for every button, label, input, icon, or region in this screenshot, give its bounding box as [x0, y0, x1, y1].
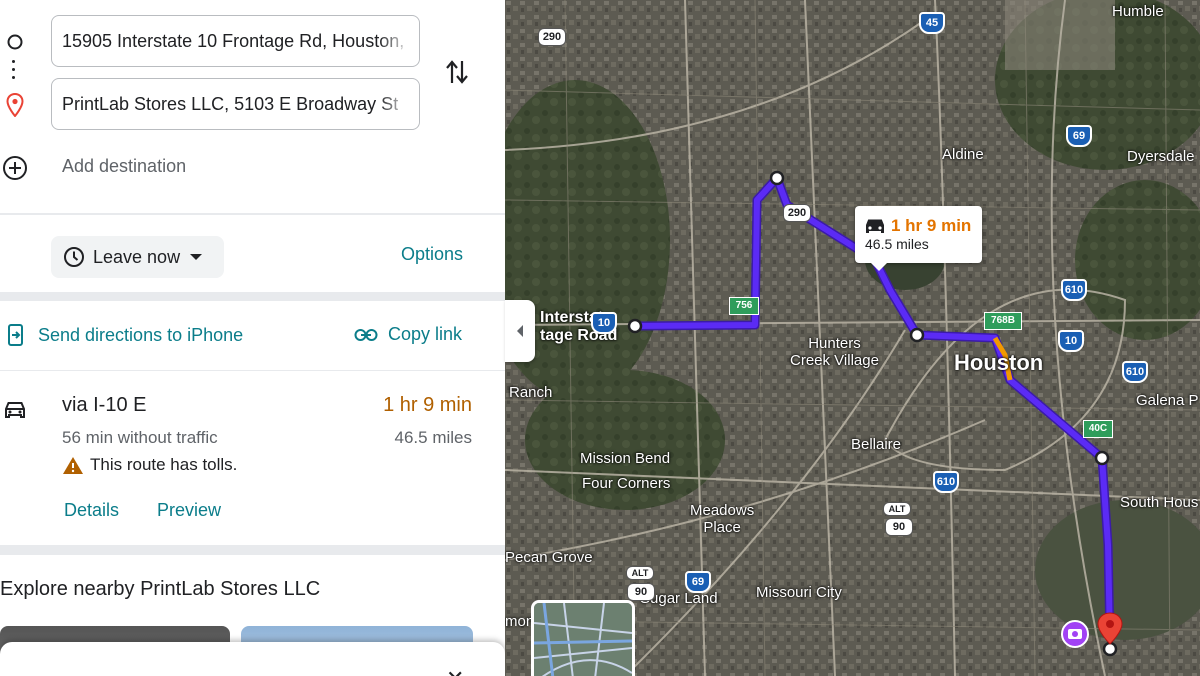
copy-link-label: Copy link: [388, 324, 463, 344]
collapse-panel-button[interactable]: [505, 300, 535, 362]
explore-nearby-title: Explore nearby PrintLab Stores LLC: [0, 578, 321, 600]
map-label-hunters-creek: Hunters Creek Village: [790, 335, 879, 369]
map-label-bellaire: Bellaire: [851, 436, 902, 453]
leave-now-dropdown[interactable]: Leave now: [51, 236, 224, 278]
highway-shield-i610-b: 610: [1122, 361, 1148, 383]
directions-panel: 15905 Interstate 10 Frontage Rd, Houston…: [0, 0, 505, 676]
map-label-ranch: Ranch: [509, 384, 553, 401]
car-icon: [5, 402, 25, 418]
map-label-four-corners: Four Corners: [582, 475, 671, 492]
callout-distance: 46.5 miles: [865, 236, 929, 252]
route-duration-no-traffic: 56 min without traffic: [62, 428, 218, 447]
map-layers-thumbnail: [534, 603, 632, 676]
highway-shield-us290-b: 290: [783, 204, 811, 222]
link-icon: [354, 328, 378, 341]
exit-sign-756: 756: [729, 297, 759, 315]
add-destination-icon[interactable]: [2, 155, 28, 181]
map-label-humble: Humble: [1112, 3, 1164, 20]
exit-sign-40c: 40C: [1083, 420, 1113, 438]
leave-now-label: Leave now: [93, 246, 181, 267]
add-destination-button[interactable]: Add destination: [62, 156, 186, 177]
details-button[interactable]: Details: [64, 500, 119, 521]
exit-sign-768b: 768B: [984, 312, 1022, 330]
callout-duration: 1 hr 9 min: [891, 216, 972, 235]
chevron-down-icon: [190, 254, 203, 260]
destination-input-value: PrintLab Stores LLC, 5103 E Broadway St: [62, 93, 399, 114]
options-button[interactable]: Options: [401, 244, 463, 265]
swap-arrows-icon: [446, 60, 468, 84]
map-label-south-houston: South Hous: [1120, 494, 1199, 511]
highway-shield-us90: 90: [885, 518, 913, 536]
close-icon[interactable]: ✕: [446, 666, 464, 676]
route-info-callout[interactable]: 1 hr 9 min 46.5 miles: [855, 206, 982, 271]
map-view[interactable]: Humble Aldine Dyersdale Interstate tage …: [505, 0, 1200, 676]
send-to-phone-button[interactable]: Send directions to iPhone: [6, 324, 243, 346]
swap-waypoints-button[interactable]: [441, 56, 473, 88]
map-label-meadows-place: Meadows Place: [690, 502, 755, 536]
clock-icon: [64, 247, 84, 267]
car-icon: [866, 219, 884, 233]
highway-shield-i69-b: 69: [685, 571, 711, 593]
map-label-mon: mon: [505, 613, 535, 630]
origin-input-value: 15905 Interstate 10 Frontage Rd, Houston…: [62, 30, 409, 51]
highway-shield-i610: 610: [1061, 279, 1087, 301]
map-label-dyersdale: Dyersdale: [1127, 148, 1195, 165]
map-label-aldine: Aldine: [942, 146, 984, 163]
route-name: via I-10 E: [62, 394, 147, 416]
send-to-device-icon: [8, 324, 23, 346]
highway-shield-i10-b: 10: [1058, 330, 1084, 352]
send-to-phone-label: Send directions to iPhone: [38, 324, 244, 345]
notification-toast: Next Quotion... receive tips to... notif…: [0, 642, 505, 676]
divider: [0, 370, 505, 371]
map-label-missouri-city: Missouri City: [756, 584, 842, 601]
copy-link-button[interactable]: Copy link: [354, 324, 462, 345]
origin-marker: [627, 318, 643, 334]
divider: [0, 213, 505, 215]
highway-shield-us290: 290: [538, 28, 566, 46]
origin-input[interactable]: 15905 Interstate 10 Frontage Rd, Houston…: [51, 15, 420, 67]
map-label-pecan-grove: Pecan Grove: [505, 549, 593, 566]
section-divider: [0, 292, 505, 301]
layers-button[interactable]: [531, 600, 635, 676]
origin-circle-icon: [2, 29, 28, 55]
highway-shield-i45: 45: [919, 12, 945, 34]
map-label-galena-park: Galena P: [1136, 392, 1199, 409]
highway-shield-i10: 10: [591, 312, 617, 334]
route-distance: 46.5 miles: [394, 428, 472, 447]
highway-shield-i69: 69: [1066, 125, 1092, 147]
map-label-mission-bend: Mission Bend: [580, 450, 671, 467]
tolls-warning: This route has tolls.: [62, 455, 237, 475]
warning-icon: [63, 456, 83, 474]
route-dots-icon: [12, 60, 16, 84]
preview-button[interactable]: Preview: [157, 500, 221, 521]
chevron-left-icon: [517, 325, 523, 337]
section-divider: [0, 545, 505, 555]
destination-input[interactable]: PrintLab Stores LLC, 5103 E Broadway St: [51, 78, 420, 130]
destination-pin-icon: [2, 92, 28, 118]
highway-shield-us90-b: 90: [627, 583, 655, 601]
highway-shield-i610-c: 610: [933, 471, 959, 493]
alt-route-marker: ALT: [626, 566, 654, 580]
tolls-warning-text: This route has tolls.: [90, 455, 238, 474]
map-label-houston: Houston: [954, 350, 1044, 375]
notification-text: Next Quotion... receive tips to... notif…: [34, 668, 338, 676]
route-duration: 1 hr 9 min: [383, 394, 472, 416]
alt-route-marker: ALT: [883, 502, 911, 516]
